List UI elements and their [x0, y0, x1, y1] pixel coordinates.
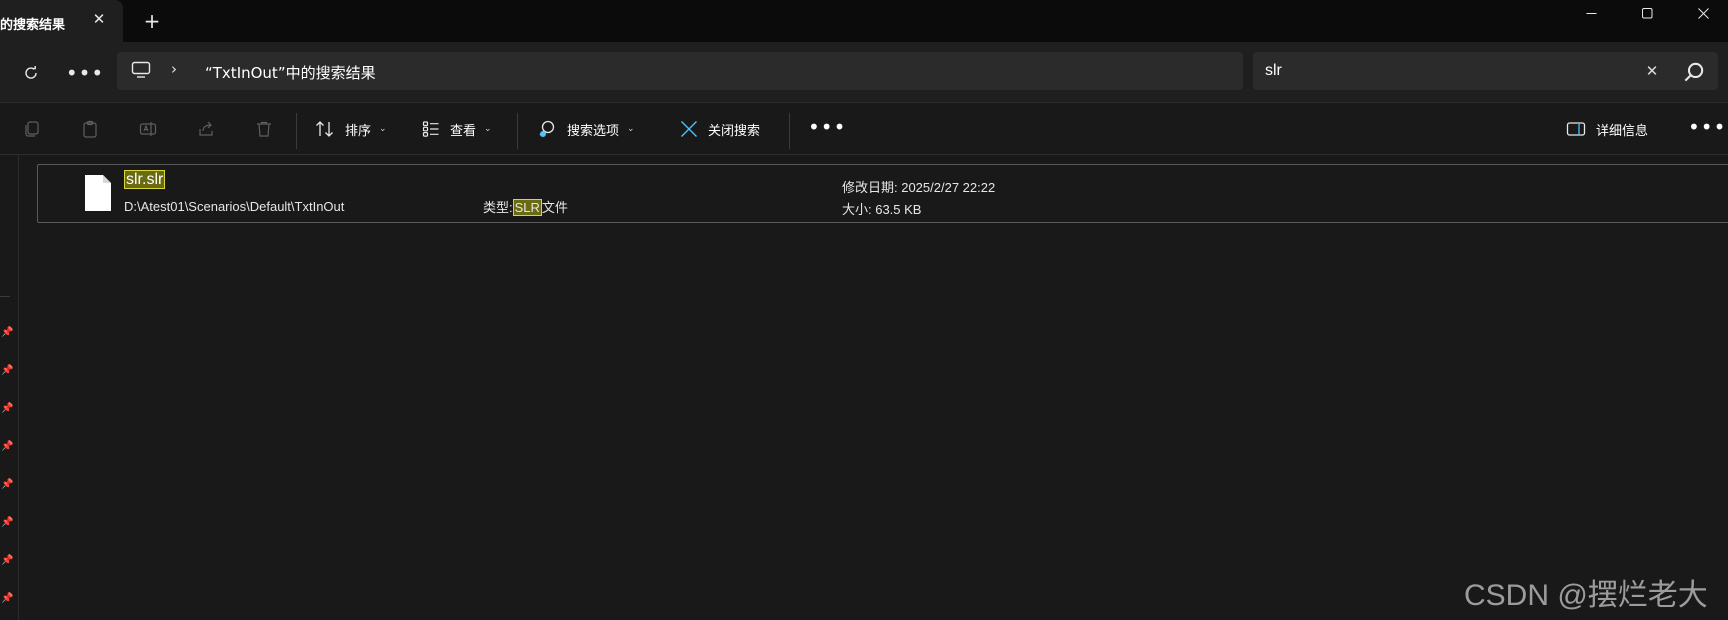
maximize-icon	[1641, 7, 1652, 18]
breadcrumb-chevron-icon[interactable]: ›	[171, 60, 177, 78]
address-bar-row: ••• › “TxtInOut”中的搜索结果 ✕	[0, 42, 1728, 102]
pin-icon: 📌	[1, 365, 14, 376]
watermark: CSDN @摆烂老大	[1464, 579, 1708, 612]
maximize-button[interactable]	[1624, 0, 1670, 26]
breadcrumb[interactable]: “TxtInOut”中的搜索结果	[205, 62, 376, 83]
toolbar-divider	[789, 113, 790, 149]
nav-divider	[0, 296, 10, 297]
tab-title: 的搜索结果	[0, 18, 66, 33]
sort-button[interactable]: 排序 ⌄	[315, 115, 387, 143]
pin-icon: 📌	[1, 555, 14, 566]
tab-search-results[interactable]: 的搜索结果 ✕	[0, 0, 123, 42]
sort-icon	[316, 121, 333, 137]
trash-icon	[257, 121, 271, 137]
navigation-pane[interactable]: 📌 📌 📌 📌 📌 📌 📌 📌	[0, 155, 19, 620]
this-pc-icon	[131, 61, 151, 78]
close-search-button[interactable]: 关闭搜索	[680, 115, 760, 143]
rename-button[interactable]	[136, 117, 160, 141]
close-search-icon	[681, 121, 697, 137]
close-window-button[interactable]	[1680, 0, 1726, 26]
command-bar: 排序 ⌄ 查看 ⌄ 搜索选项 ⌄ 关闭搜索 ••• 详细信息 •••	[0, 102, 1728, 155]
share-icon	[199, 121, 213, 136]
copy-icon	[25, 121, 39, 137]
new-tab-button[interactable]: +	[140, 10, 164, 34]
toolbar-divider	[517, 113, 518, 149]
details-label: 详细信息	[1596, 123, 1649, 139]
details-pane-icon	[1566, 122, 1586, 136]
pin-icon: 📌	[1, 403, 14, 414]
refresh-icon	[25, 66, 37, 79]
file-icon	[85, 175, 111, 211]
toolbar-divider	[296, 113, 297, 149]
file-modified-date: 修改日期: 2025/2/27 22:22	[842, 180, 996, 195]
search-icon[interactable]	[1683, 61, 1705, 83]
share-button[interactable]	[194, 117, 218, 141]
search-box[interactable]: ✕	[1253, 52, 1718, 90]
more-options-button[interactable]: •••	[1688, 115, 1726, 139]
minimize-button[interactable]	[1568, 0, 1614, 26]
file-name[interactable]: slr.slr	[124, 170, 166, 189]
title-bar: 的搜索结果 ✕ +	[0, 0, 1728, 42]
file-size: 大小: 63.5 KB	[842, 202, 922, 217]
close-search-label: 关闭搜索	[708, 123, 761, 139]
rename-icon	[139, 122, 157, 136]
search-result-item[interactable]: slr.slr D:\Atest01\Scenarios\Default\Txt…	[37, 164, 1728, 223]
paste-icon	[83, 120, 97, 138]
pin-icon: 📌	[1, 479, 14, 490]
view-button[interactable]: 查看 ⌄	[422, 115, 492, 143]
pin-icon: 📌	[1, 441, 14, 452]
pin-icon: 📌	[1, 327, 14, 338]
more-nav-button[interactable]: •••	[66, 56, 103, 90]
refresh-button[interactable]	[14, 56, 48, 90]
tab-close-icon[interactable]: ✕	[88, 8, 110, 30]
sort-label: 排序	[345, 123, 372, 139]
close-icon	[1697, 7, 1709, 19]
chevron-down-icon: ⌄	[379, 124, 387, 134]
minimize-icon	[1586, 12, 1596, 14]
search-options-label: 搜索选项	[567, 123, 620, 139]
search-options-icon	[539, 120, 555, 137]
search-input[interactable]	[1265, 58, 1625, 84]
clear-search-icon[interactable]: ✕	[1641, 60, 1663, 82]
address-box[interactable]: › “TxtInOut”中的搜索结果	[117, 52, 1243, 90]
pin-icon: 📌	[1, 517, 14, 528]
pin-icon: 📌	[1, 593, 14, 604]
chevron-down-icon: ⌄	[627, 124, 635, 134]
chevron-down-icon: ⌄	[484, 124, 492, 134]
copy-button[interactable]	[20, 117, 44, 141]
file-type: 类型: SLR 文件	[483, 199, 568, 216]
search-options-button[interactable]: 搜索选项 ⌄	[537, 115, 635, 143]
delete-button[interactable]	[252, 117, 276, 141]
view-list-icon	[422, 121, 439, 137]
paste-button[interactable]	[78, 117, 102, 141]
view-label: 查看	[450, 123, 477, 139]
details-pane-button[interactable]: 详细信息	[1566, 115, 1648, 143]
see-more-button[interactable]: •••	[808, 115, 846, 139]
file-path: D:\Atest01\Scenarios\Default\TxtInOut	[124, 199, 345, 214]
